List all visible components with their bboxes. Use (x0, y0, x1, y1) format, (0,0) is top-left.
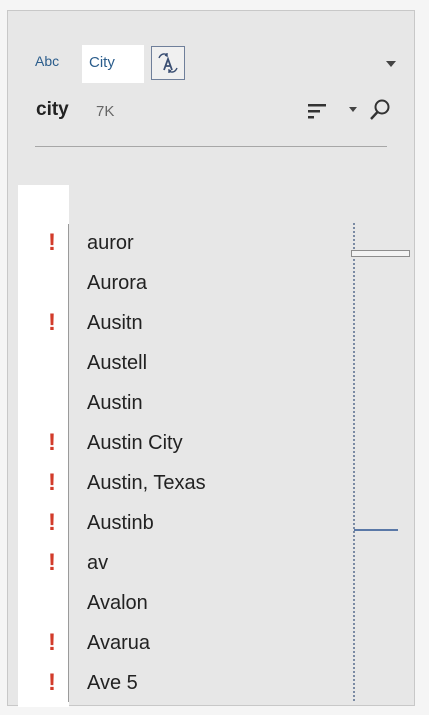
field-name[interactable]: city (36, 99, 69, 121)
card-menu-chevron-down-icon[interactable] (386, 61, 396, 67)
value-label[interactable]: Austin City (87, 432, 183, 455)
search-icon[interactable] (369, 98, 391, 122)
sort-icon[interactable] (308, 104, 328, 120)
value-label[interactable]: av (87, 552, 108, 575)
list-item[interactable]: ! Ave 5 (18, 664, 338, 704)
invalid-value-icon: ! (48, 509, 56, 536)
distinct-count: 7K (96, 103, 115, 120)
value-label[interactable]: Ave 5 (87, 672, 138, 695)
invalid-value-icon: ! (48, 629, 56, 656)
value-label[interactable]: Aurora (87, 272, 147, 295)
list-item[interactable]: Austin (18, 384, 338, 424)
list-item[interactable]: ! Austin City (18, 424, 338, 464)
value-label[interactable]: Austinb (87, 512, 154, 535)
clean-button[interactable] (151, 46, 185, 80)
scroll-track[interactable] (353, 223, 355, 701)
value-label[interactable]: Ausitn (87, 312, 143, 335)
value-label[interactable]: Austell (87, 352, 147, 375)
clean-icon (158, 53, 178, 73)
list-item[interactable]: ! Austinb (18, 504, 338, 544)
value-label[interactable]: Avalon (87, 592, 148, 615)
data-type-label[interactable]: Abc (35, 53, 59, 69)
invalid-value-icon: ! (48, 549, 56, 576)
data-role-row: Abc City (8, 45, 414, 85)
invalid-value-icon: ! (48, 469, 56, 496)
value-label[interactable]: auror (87, 232, 134, 255)
invalid-value-icon: ! (48, 309, 56, 336)
list-item[interactable]: ! av (18, 544, 338, 584)
invalid-value-icon: ! (48, 669, 56, 696)
scroll-position-marker (354, 529, 398, 531)
list-item[interactable]: Avalon (18, 584, 338, 624)
scroll-thumb[interactable] (351, 250, 410, 257)
value-label[interactable]: Austin (87, 392, 143, 415)
header-divider (35, 146, 387, 147)
value-label[interactable]: Austin, Texas (87, 472, 206, 495)
field-header: city 7K (8, 96, 414, 126)
list-item[interactable]: Austell (18, 344, 338, 384)
invalid-value-icon: ! (48, 229, 56, 256)
list-item[interactable]: ! Ausitn (18, 304, 338, 344)
list-item[interactable]: ! Austin, Texas (18, 464, 338, 504)
list-item[interactable]: ! auror (18, 224, 338, 264)
list-item[interactable]: Aurora (18, 264, 338, 304)
value-label[interactable]: Avarua (87, 632, 150, 655)
invalid-value-icon: ! (48, 429, 56, 456)
profile-card: Abc City city 7K ! auror Aurora ! Ausitn… (7, 10, 415, 707)
value-list: ! auror Aurora! Ausitn Austell Austin! Austin … (18, 224, 338, 704)
sort-chevron-down-icon[interactable] (349, 107, 357, 112)
list-item[interactable]: ! Avarua (18, 624, 338, 664)
data-role-chip[interactable]: City (82, 45, 144, 83)
